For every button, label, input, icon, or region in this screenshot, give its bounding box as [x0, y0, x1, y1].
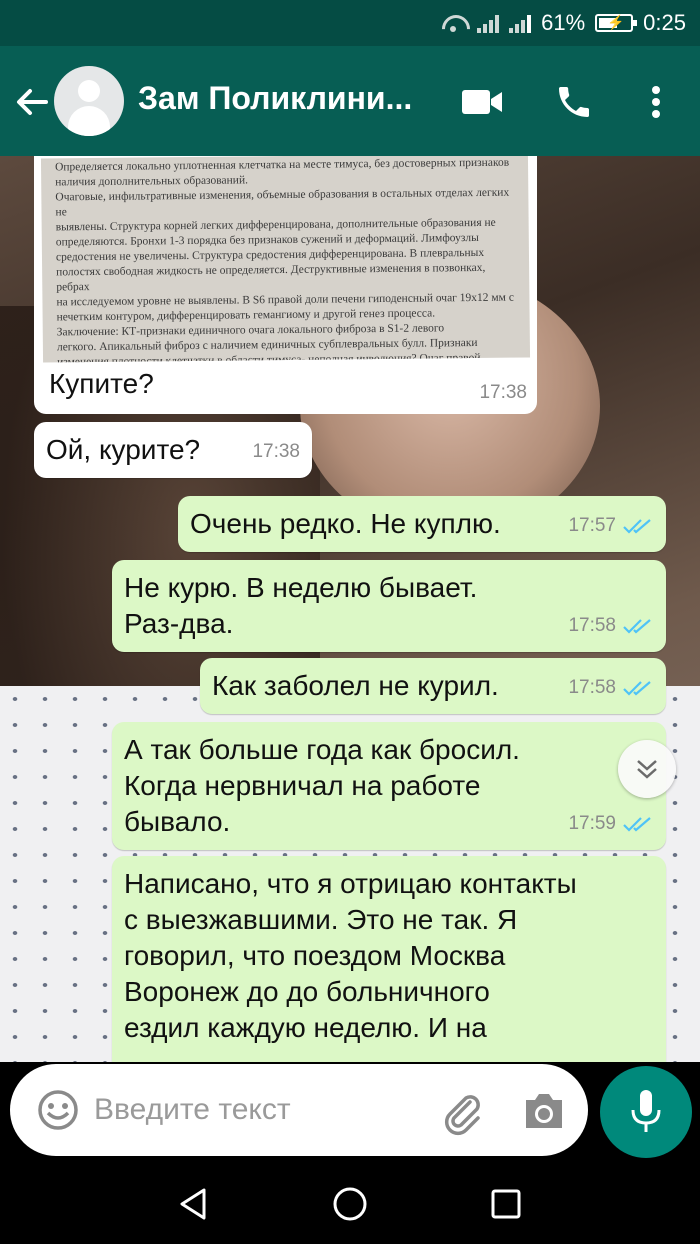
signal-icon-1 [477, 13, 500, 33]
outgoing-message[interactable]: Как заболел не курил. 17:58 [200, 658, 666, 714]
paperclip-icon [444, 1095, 480, 1136]
read-receipt-icon [623, 681, 651, 696]
chat-area[interactable]: Определяется локально уплотненная клетча… [0, 156, 700, 1062]
nav-recents-button[interactable] [484, 1182, 528, 1226]
clock: 0:25 [643, 10, 686, 35]
document-text-line: Очаговые, инфильтративные изменения, объ… [55, 186, 510, 219]
message-time: 17:57 [568, 515, 616, 536]
status-icons: 61% ⚡ 0:25 [441, 0, 686, 46]
message-meta: 17:57 [568, 508, 654, 544]
avatar[interactable] [54, 66, 124, 136]
more-vert-icon [652, 86, 660, 118]
voice-call-button[interactable] [550, 78, 598, 126]
message-meta: 17:38 [252, 434, 300, 470]
outgoing-message[interactable]: Не курю. В неделю бывает. Раз-два. 17:58 [112, 560, 666, 652]
voice-record-button[interactable] [600, 1066, 692, 1158]
read-receipt-icon [623, 817, 651, 832]
compose-box [10, 1064, 588, 1156]
outgoing-message[interactable]: А так больше года как бросил. Когда нерв… [112, 722, 666, 850]
video-call-icon [462, 90, 502, 114]
document-photo[interactable]: Определяется локально уплотненная клетча… [40, 156, 531, 363]
nav-back-button[interactable] [172, 1182, 216, 1226]
wifi-icon [441, 13, 467, 33]
camera-icon [526, 1094, 562, 1128]
message-meta: 17:58 [568, 670, 654, 706]
message-text: Написано, что я отрицаю контакты с выезж… [124, 868, 577, 1043]
back-button[interactable] [12, 82, 52, 122]
compose-bar [0, 1062, 700, 1162]
nav-recents-icon [491, 1189, 521, 1219]
message-meta: 17:59 [568, 806, 654, 842]
phone-icon [559, 87, 589, 117]
scroll-to-bottom-button[interactable] [618, 740, 676, 798]
nav-home-icon [333, 1187, 367, 1221]
message-meta: 17:58 [568, 608, 654, 644]
chat-header: Зам Поликлини... [0, 46, 700, 156]
outgoing-message[interactable]: Очень редко. Не куплю. 17:57 [178, 496, 666, 552]
contact-name[interactable]: Зам Поликлини... [138, 80, 412, 117]
message-time: 17:58 [568, 677, 616, 698]
more-options-button[interactable] [632, 78, 680, 126]
nav-home-button[interactable] [328, 1182, 372, 1226]
image-message[interactable]: Определяется локально уплотненная клетча… [34, 156, 537, 414]
read-receipt-icon [623, 519, 651, 534]
battery-percent: 61% [541, 10, 586, 35]
battery-icon: ⚡ [595, 14, 638, 32]
double-chevron-down-icon [637, 760, 657, 779]
video-call-button[interactable] [458, 78, 506, 126]
system-nav-bar [0, 1162, 700, 1244]
attach-button[interactable] [438, 1088, 486, 1136]
message-time: 17:58 [568, 615, 616, 636]
read-receipt-icon [623, 619, 651, 634]
message-time: 17:38 [479, 382, 527, 403]
signal-icon-2 [509, 13, 532, 33]
emoji-button[interactable] [36, 1088, 80, 1132]
message-time: 17:38 [252, 441, 300, 462]
camera-button[interactable] [520, 1090, 568, 1134]
emoji-icon [38, 1090, 78, 1130]
nav-back-icon [180, 1188, 206, 1220]
outgoing-message[interactable]: Написано, что я отрицаю контакты с выезж… [112, 856, 666, 1062]
message-time: 17:59 [568, 813, 616, 834]
incoming-message[interactable]: Ой, курите? 17:38 [34, 422, 312, 478]
document-text-line: полостях свободная жидкость не определяе… [56, 261, 486, 294]
status-bar: 61% ⚡ 0:25 [0, 0, 700, 46]
message-input[interactable] [94, 1082, 424, 1138]
image-caption: Купите? [49, 368, 154, 399]
mic-icon [631, 1090, 661, 1132]
back-arrow-icon [17, 89, 48, 115]
